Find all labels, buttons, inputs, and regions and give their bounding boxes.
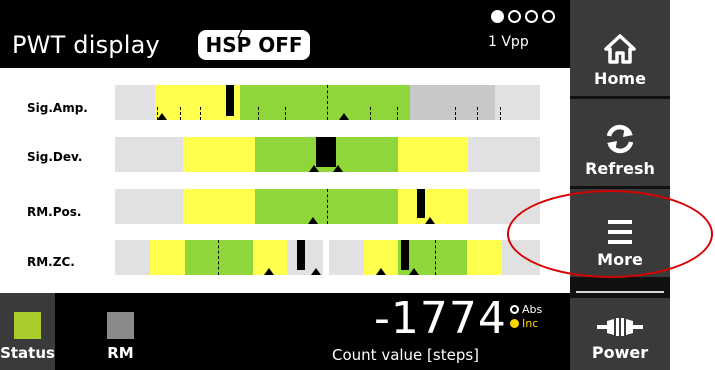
limit-marker [339, 113, 349, 120]
row-label-rm-pos: RM.Pos. [27, 205, 82, 219]
value-marker [297, 240, 305, 270]
rm-swatch [107, 312, 134, 339]
bar-segment [467, 240, 502, 275]
count-value: -1774 [374, 293, 507, 344]
callout-line [237, 0, 256, 39]
sidebar: Home Refresh More Power [570, 0, 670, 370]
limit-marker [157, 113, 167, 120]
value-marker [417, 189, 425, 218]
bar-segment [150, 240, 185, 275]
radio-icon [510, 305, 519, 314]
power-button[interactable]: Power [570, 298, 670, 370]
bar-segment [183, 189, 255, 224]
inc-label: Inc [522, 317, 539, 330]
tab-status[interactable]: Status [0, 293, 55, 370]
limit-marker [409, 268, 419, 275]
sidebar-item-label: Home [594, 69, 646, 88]
inc-option[interactable]: Inc [510, 317, 538, 330]
status-swatch [14, 312, 41, 339]
row-label-sig-dev: Sig.Dev. [27, 150, 83, 164]
sig-dev-bar [115, 137, 540, 172]
abs-option[interactable]: Abs [510, 303, 542, 316]
scale-tick [500, 107, 501, 120]
scale-tick [477, 107, 478, 120]
refresh-button[interactable]: Refresh [570, 99, 670, 186]
power-plug-icon [597, 318, 643, 336]
scale-tick [397, 107, 398, 120]
count-label: Count value [steps] [332, 346, 480, 364]
tab-label: RM [107, 344, 134, 362]
bar-segment [183, 137, 255, 172]
refresh-icon [606, 124, 634, 154]
scale-tick [455, 107, 456, 120]
limit-marker [264, 268, 274, 275]
limit-marker [308, 217, 318, 224]
center-line [327, 189, 328, 224]
limit-marker [425, 217, 435, 224]
rm-zc-bar [115, 240, 540, 275]
tab-label: Status [0, 344, 55, 362]
bar-divider [323, 240, 329, 275]
indicator-dot [525, 10, 538, 23]
scale-tick [258, 107, 259, 120]
rm-pos-bar [115, 189, 540, 224]
tab-rm[interactable]: RM [93, 293, 148, 370]
sidebar-item-label: Power [591, 343, 649, 362]
bar-segment [185, 240, 253, 275]
center-line [327, 85, 328, 120]
scale-tick [180, 107, 181, 120]
radio-icon [510, 319, 519, 328]
scale-tick [218, 240, 219, 275]
bar-segment [240, 85, 410, 120]
sidebar-divider [576, 291, 664, 293]
home-icon [604, 34, 636, 64]
status-footer: Status RM -1774 Count value [steps] Abs … [0, 293, 570, 370]
abs-label: Abs [522, 303, 543, 316]
indicator-dot [508, 10, 521, 23]
bar-segment [398, 137, 468, 172]
row-label-sig-amp: Sig.Amp. [27, 101, 88, 115]
indicator-dot [542, 10, 555, 23]
highlight-annotation [507, 190, 713, 278]
home-button[interactable]: Home [570, 0, 670, 96]
limit-marker [333, 165, 343, 172]
limit-marker [309, 165, 319, 172]
scale-tick [200, 107, 201, 120]
scale-tick [370, 107, 371, 120]
indicator-dot [491, 10, 504, 23]
value-marker [226, 85, 234, 116]
scale-tick [435, 240, 436, 275]
limit-marker [311, 268, 321, 275]
bar-segment [410, 85, 495, 120]
sidebar-item-label: Refresh [585, 159, 655, 178]
value-marker [401, 240, 409, 270]
scale-tick [285, 107, 286, 120]
signal-type-label: 1 Vpp [488, 34, 529, 50]
limit-marker [376, 268, 386, 275]
value-marker [316, 137, 336, 167]
sig-amp-bar [115, 85, 540, 120]
row-label-rm-zc: RM.ZC. [27, 255, 75, 269]
